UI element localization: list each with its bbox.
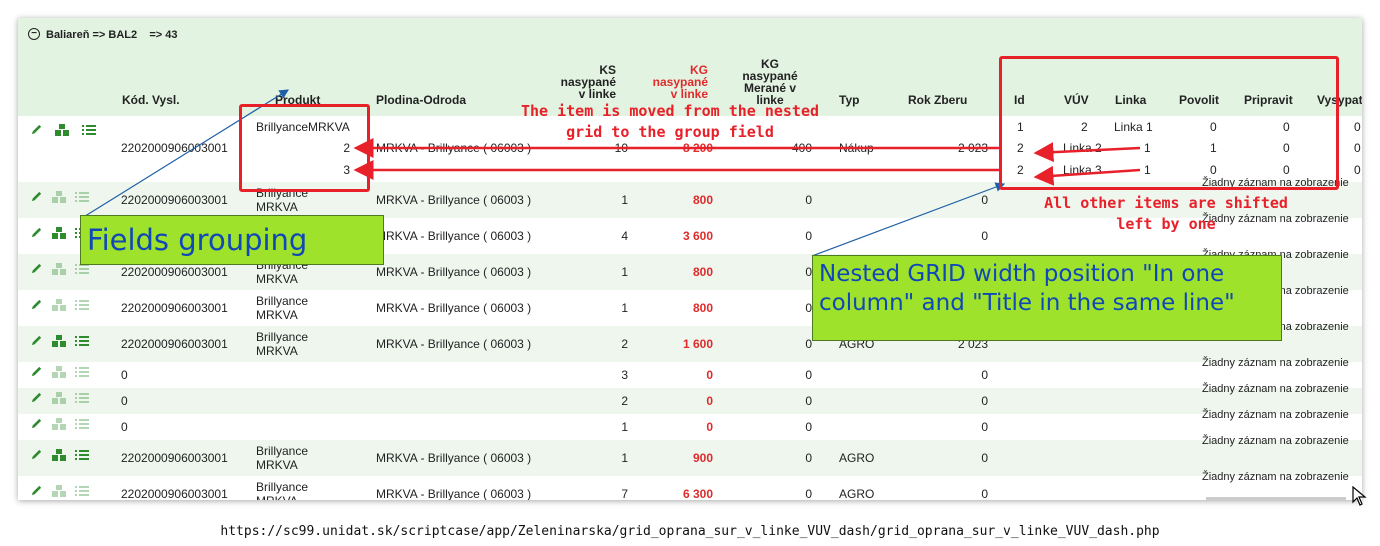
mouse-cursor-icon: [1352, 486, 1367, 506]
page-url: https://sc99.unidat.sk/scriptcase/app/Ze…: [220, 524, 1160, 539]
annotation-moved: The item is moved from the nested grid to…: [520, 102, 819, 141]
annotation-shifted: All other items are shifted left by one: [1044, 194, 1288, 233]
arrow-nested-width: [811, 182, 1006, 257]
callout-fields-grouping: Fields grouping: [80, 215, 384, 265]
callout-nested-width: Nested GRID width position "In one column…: [812, 255, 1282, 341]
highlight-nested-grid: [999, 56, 1339, 190]
highlight-group-field: [239, 104, 370, 192]
